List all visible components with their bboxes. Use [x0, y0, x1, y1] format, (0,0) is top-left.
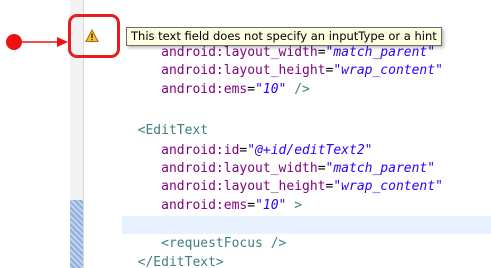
- annotation-dot: [6, 34, 22, 50]
- code-line[interactable]: <EditText: [122, 122, 491, 140]
- code-token-val: "wrap_content": [333, 179, 443, 194]
- code-token-val: "wrap_content": [333, 63, 443, 78]
- code-token-attr: android:id: [161, 143, 240, 158]
- code-line[interactable]: <requestFocus />: [122, 235, 491, 253]
- code-line[interactable]: android:ems="10" >: [122, 197, 491, 215]
- code-token-tag: />: [286, 82, 310, 97]
- code-line[interactable]: android:id="@+id/editText2": [122, 142, 491, 160]
- code-token-attr: android:layout_width: [161, 45, 318, 60]
- code-line[interactable]: </EditText>: [122, 254, 491, 268]
- code-token-tag: <EditText: [137, 123, 209, 138]
- code-token-attr: android:layout_height: [161, 63, 326, 78]
- code-line[interactable]: android:layout_height="wrap_content": [122, 62, 491, 80]
- code-line[interactable]: android:layout_height="wrap_content": [122, 178, 491, 196]
- code-token-eq: =: [317, 45, 326, 60]
- code-token-val: "match_parent": [325, 45, 436, 60]
- code-token-val: "@+id/editText2": [247, 143, 373, 158]
- code-token-tag: >: [286, 198, 303, 213]
- code-line[interactable]: android:layout_width="match_parent": [122, 44, 491, 62]
- code-token-attr: android:ems: [161, 82, 248, 97]
- code-line[interactable]: [122, 100, 491, 118]
- code-line-current[interactable]: [122, 216, 491, 234]
- code-token-val: "match_parent": [325, 161, 436, 176]
- code-token-tag: </EditText>: [137, 255, 224, 268]
- code-token-val: "10": [255, 198, 287, 213]
- code-token-eq: =: [247, 82, 256, 97]
- code-token-val: "10": [255, 82, 287, 97]
- overview-ruler-thumb[interactable]: [70, 200, 83, 268]
- code-token-eq: =: [247, 198, 256, 213]
- warning-highlight-box: [68, 14, 120, 58]
- code-line[interactable]: android:layout_width="match_parent": [122, 160, 491, 178]
- code-line[interactable]: android:ems="10" />: [122, 81, 491, 99]
- code-token-attr: android:layout_height: [161, 179, 326, 194]
- code-token-attr: android:ems: [161, 198, 248, 213]
- warning-tooltip: This text field does not specify an inpu…: [126, 27, 442, 46]
- code-token-attr: android:layout_width: [161, 161, 318, 176]
- code-token-tag: <requestFocus />: [161, 236, 287, 251]
- code-token-eq: =: [317, 161, 326, 176]
